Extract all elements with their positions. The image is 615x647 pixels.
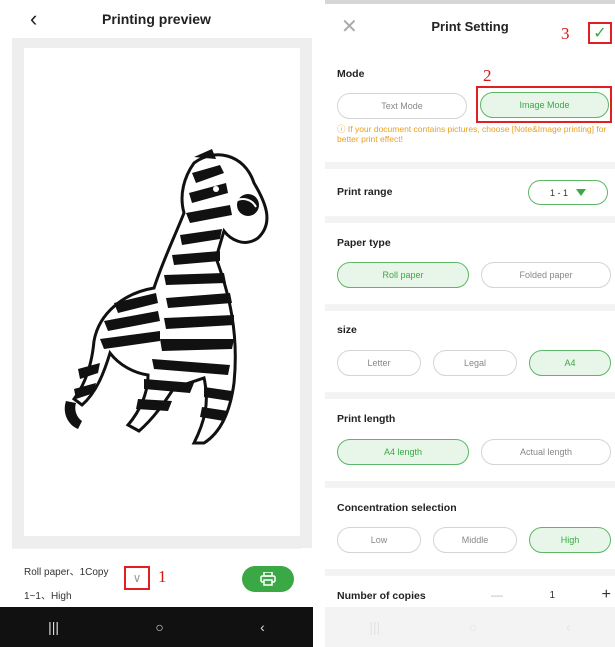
printer-icon [260, 572, 276, 586]
paper-type-label: Paper type [337, 237, 391, 249]
close-icon[interactable]: ✕ [341, 14, 358, 39]
actual-length-option[interactable]: Actual length [481, 439, 611, 465]
page-title: Printing preview [102, 11, 211, 27]
size-label: size [337, 324, 357, 336]
summary-range-concentration: 1~1、High [24, 591, 72, 602]
divider [325, 216, 615, 223]
roll-paper-option[interactable]: Roll paper [337, 262, 469, 288]
a4-length-option[interactable]: A4 length [337, 439, 469, 465]
annotation-marker-1: 1 [158, 567, 167, 586]
concentration-label: Concentration selection [337, 502, 457, 514]
zebra-image [64, 149, 269, 445]
image-mode-option[interactable]: Image Mode [480, 92, 609, 118]
home-icon[interactable]: ○ [155, 619, 163, 635]
chevron-down-icon: ∨ [132, 571, 142, 585]
increase-button[interactable]: + [602, 586, 611, 604]
copies-label: Number of copies [337, 590, 426, 602]
size-letter-option[interactable]: Letter [337, 350, 421, 376]
back-nav-icon[interactable]: ‹ [260, 619, 265, 635]
back-icon[interactable]: ‹ [30, 6, 37, 32]
recent-apps-icon[interactable]: ||| [369, 619, 380, 635]
mode-label: Mode [337, 68, 365, 80]
divider [325, 392, 615, 399]
print-range-select[interactable]: 1 - 1 [528, 180, 608, 205]
check-icon: ✓ [593, 25, 607, 42]
concentration-low-option[interactable]: Low [337, 527, 421, 553]
expand-settings-button[interactable]: ∨ [124, 566, 150, 590]
confirm-button[interactable]: ✓ [588, 22, 612, 44]
home-icon[interactable]: ○ [469, 619, 477, 635]
print-range-label: Print range [337, 186, 393, 198]
divider [325, 304, 615, 311]
system-nav-bar: ||| ○ ‹ [0, 607, 313, 647]
recent-apps-icon[interactable]: ||| [48, 619, 59, 635]
size-legal-option[interactable]: Legal [433, 350, 517, 376]
decrease-button[interactable]: — [491, 588, 503, 602]
size-a4-option[interactable]: A4 [529, 350, 611, 376]
concentration-middle-option[interactable]: Middle [433, 527, 517, 553]
print-button[interactable] [242, 566, 294, 592]
panel-gap [313, 0, 325, 647]
settings-title: Print Setting [431, 18, 509, 34]
print-length-label: Print length [337, 413, 396, 425]
divider [325, 569, 615, 576]
preview-area [12, 38, 312, 548]
copies-stepper: — 1 + [491, 582, 611, 608]
summary-paper-copies: Roll paper、1Copy [24, 567, 109, 578]
mode-hint: ⓘ If your document contains pictures, ch… [337, 124, 607, 144]
annotation-marker-3: 3 [561, 24, 570, 43]
preview-header: ‹ Printing preview [0, 0, 313, 38]
settings-header: ✕ Print Setting 3 ✓ [325, 0, 615, 48]
divider [12, 548, 301, 549]
folded-paper-option[interactable]: Folded paper [481, 262, 611, 288]
printing-preview-screen: ‹ Printing preview Roll paper、1Copy 1~1、… [0, 0, 313, 647]
text-mode-option[interactable]: Text Mode [337, 93, 467, 119]
system-nav-bar: ||| ○ ‹ [325, 607, 615, 647]
print-range-value: 1 - 1 [549, 187, 568, 198]
dropdown-triangle-icon [576, 189, 586, 196]
copies-value[interactable]: 1 [550, 590, 556, 601]
annotation-marker-2: 2 [483, 66, 492, 85]
divider [325, 481, 615, 488]
preview-page [24, 48, 300, 536]
back-nav-icon[interactable]: ‹ [566, 619, 571, 635]
divider [325, 162, 615, 169]
concentration-high-option[interactable]: High [529, 527, 611, 553]
print-setting-screen: ✕ Print Setting 3 ✓ Mode 2 Text Mode Ima… [325, 0, 615, 647]
